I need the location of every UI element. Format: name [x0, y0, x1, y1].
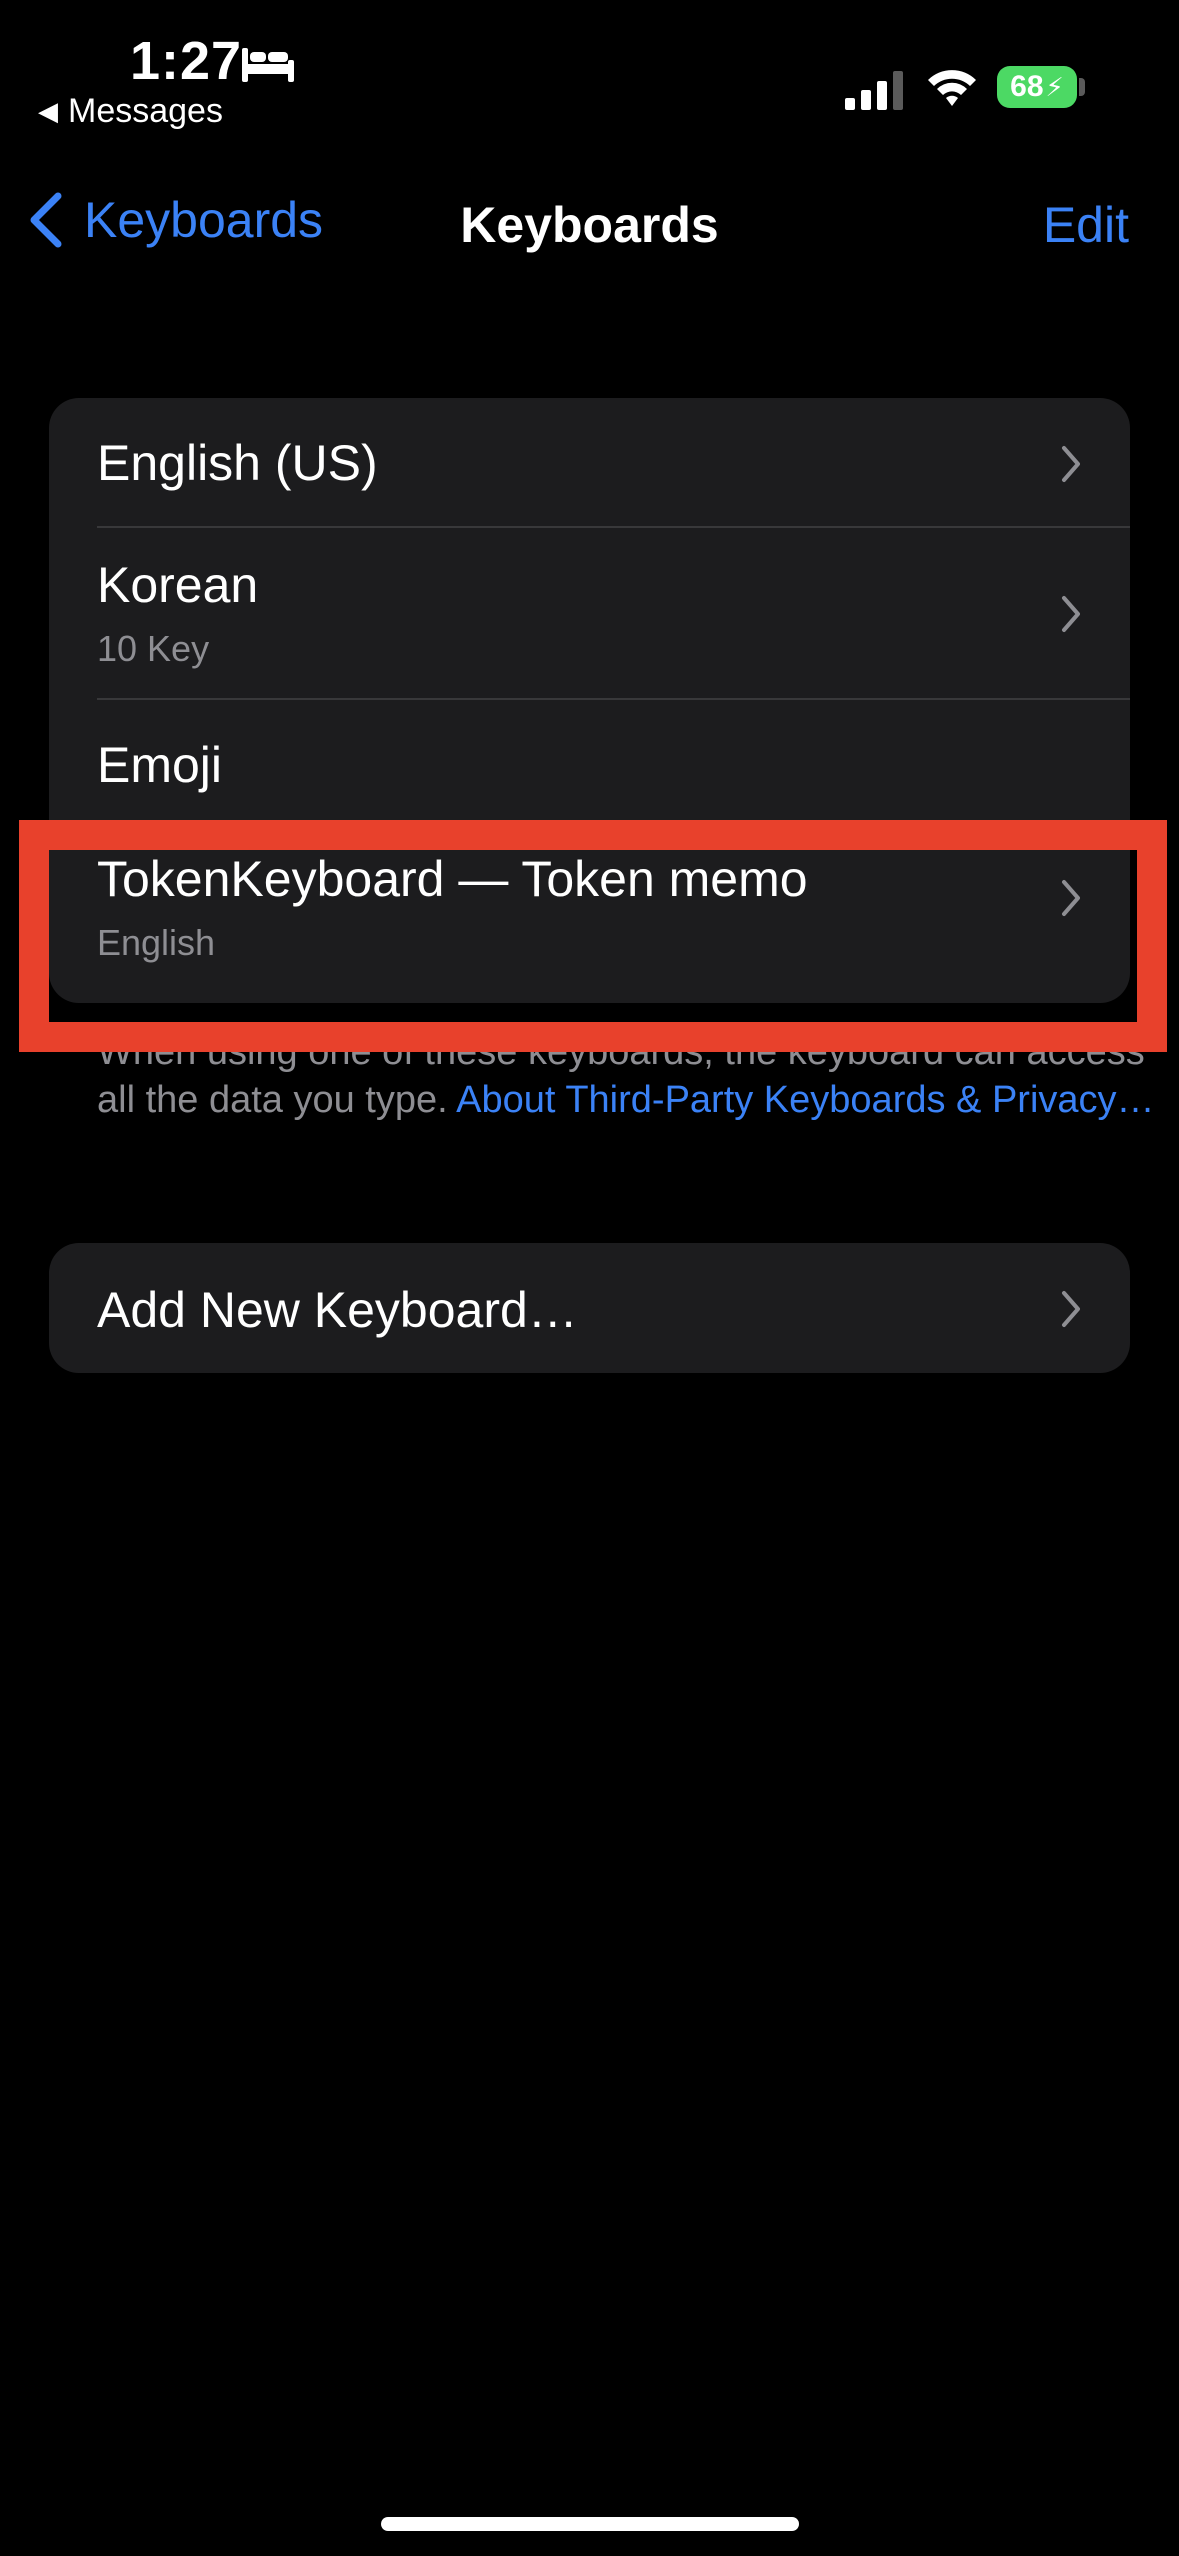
back-triangle-icon: ◀ — [38, 96, 58, 126]
status-time: 1:27 — [130, 31, 243, 91]
highlight-box — [19, 820, 1167, 1052]
back-to-app-button[interactable]: ◀ Messages — [38, 92, 223, 131]
chevron-right-icon — [1062, 446, 1080, 482]
add-keyboard-group: Add New Keyboard… — [49, 1243, 1130, 1373]
charging-bolt-icon: ⚡ — [1045, 71, 1064, 102]
keyboard-name: Emoji — [97, 737, 223, 793]
wifi-icon — [928, 70, 976, 106]
page-title: Keyboards — [460, 197, 719, 253]
add-keyboard-label: Add New Keyboard… — [97, 1282, 578, 1338]
keyboard-row-korean[interactable]: Korean 10 Key — [49, 528, 1130, 700]
keyboard-name: English (US) — [97, 435, 378, 491]
keyboard-row-emoji[interactable]: Emoji — [49, 700, 1130, 830]
edit-button[interactable]: Edit — [1043, 196, 1129, 254]
keyboard-name: Korean — [97, 557, 259, 613]
add-new-keyboard-button[interactable]: Add New Keyboard… — [49, 1243, 1130, 1373]
keyboard-subtitle: 10 Key — [97, 628, 210, 669]
battery-tip — [1079, 78, 1085, 96]
back-app-label: Messages — [68, 92, 223, 130]
bed-icon — [242, 48, 294, 82]
chevron-right-icon — [1062, 596, 1080, 632]
keyboard-row-english[interactable]: English (US) — [49, 398, 1130, 528]
battery-icon: 68 ⚡ — [997, 66, 1077, 108]
home-indicator[interactable] — [381, 2517, 799, 2531]
signal-icon — [845, 71, 903, 110]
battery-level: 68 — [1010, 70, 1044, 103]
privacy-link[interactable]: About Third-Party Keyboards & Privacy… — [456, 1079, 1154, 1121]
chevron-right-icon — [1062, 1291, 1080, 1327]
